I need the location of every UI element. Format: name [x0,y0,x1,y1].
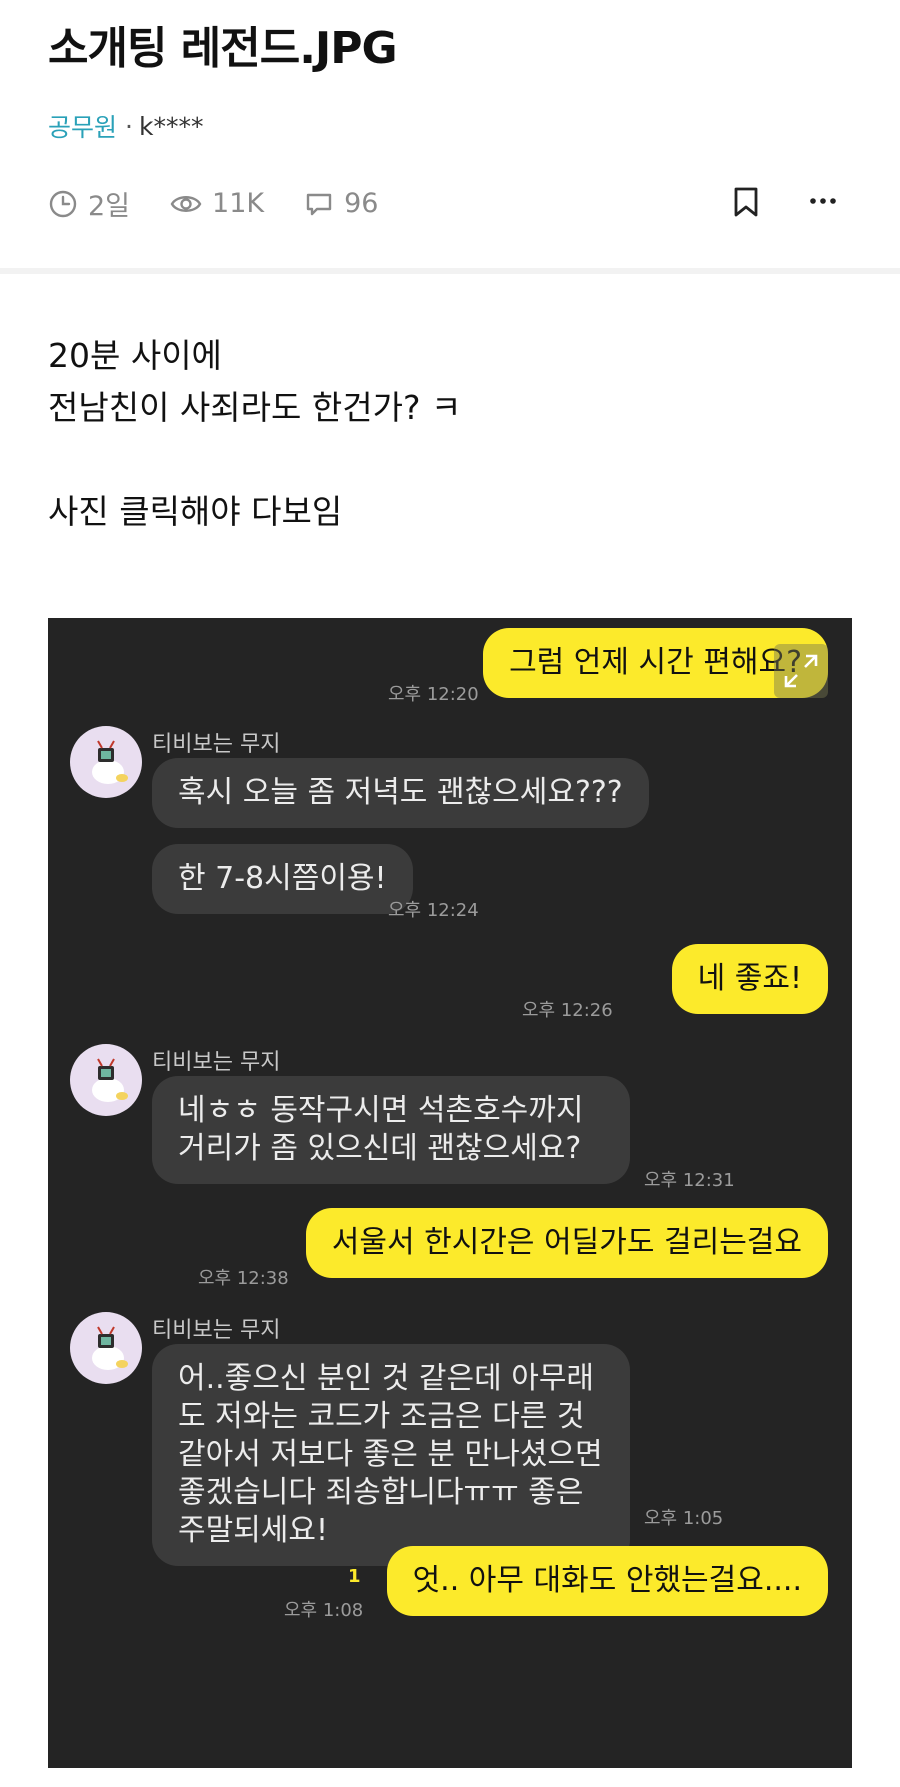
my-message-bubble: 엇.. 아무 대화도 안했는걸요.... [386,1546,828,1616]
category-link[interactable]: 공무원 [48,108,117,144]
their-message-bubble: 혹시 오늘 좀 저녁도 괜찮으세요??? [152,758,649,828]
comments-stat[interactable]: 96 [304,188,378,219]
expand-image-button[interactable] [774,644,828,698]
post-header: 소개팅 레전드.JPG 공무원 · k**** 2일 11K 96 [0,0,900,270]
message-time: 오후 12:24 [388,900,479,921]
sender-name: 티비보는 무지 [152,1050,281,1075]
expand-icon [784,654,818,688]
clock-icon [49,190,77,217]
muzi-character-icon [92,740,128,784]
eye-icon [170,195,202,212]
author-name[interactable]: k**** [139,112,203,141]
message-time: 오후 12:26 [522,1000,613,1021]
age-value: 2일 [88,191,131,222]
their-message-bubble: 어..좋으신 분인 것 같은데 아무래도 저와는 코드가 조금은 다른 것 같아… [152,1344,630,1566]
message-time: 오후 1:08 [284,1600,364,1621]
post-body: 20분 사이에 전남친이 사죄라도 한건가? ㅋ 사진 클릭해야 다보임 [48,330,461,538]
chat-screenshot[interactable]: 그럼 언제 시간 편해요? 오후 12:20 티비보는 무지 혹시 오늘 좀 저… [48,618,852,1768]
post-meta: 공무원 · k**** [48,108,203,144]
message-time: 오후 12:38 [198,1268,289,1289]
my-message-bubble: 네 좋죠! [671,944,828,1014]
message-time: 오후 12:31 [644,1170,735,1191]
age-stat: 2일 [48,184,130,223]
post-title: 소개팅 레전드.JPG [48,23,398,74]
body-line: 사진 클릭해야 다보임 [48,492,343,531]
bookmark-icon [734,187,758,217]
more-icon [810,198,836,204]
body-line: 20분 사이에 [48,336,222,375]
meta-separator: · [125,111,133,141]
muzi-character-icon [92,1326,128,1370]
body-line [48,434,461,486]
header-divider [0,268,900,274]
unread-count: 1 [348,1566,361,1587]
sender-avatar[interactable] [70,1044,142,1116]
their-message-bubble: 한 7-8시쯤이용! [152,844,413,914]
muzi-character-icon [92,1058,128,1102]
sender-avatar[interactable] [70,1312,142,1384]
sender-name: 티비보는 무지 [152,732,281,757]
views-stat: 11K [170,188,264,219]
body-line: 전남친이 사죄라도 한건가? ㅋ [48,388,462,427]
comment-icon [306,193,332,215]
comments-value: 96 [344,188,379,219]
sender-avatar[interactable] [70,726,142,798]
post-stats: 2일 11K 96 [48,184,418,223]
bookmark-button[interactable] [732,186,760,222]
their-message-bubble: 네ㅎㅎ 동작구시면 석촌호수까지 거리가 좀 있으신데 괜찮으세요? [152,1076,630,1184]
message-time: 오후 12:20 [388,684,479,705]
sender-name: 티비보는 무지 [152,1318,281,1343]
more-button[interactable] [808,186,838,220]
message-time: 오후 1:05 [644,1508,724,1529]
views-value: 11K [212,188,265,219]
my-message-bubble: 서울서 한시간은 어딜가도 걸리는걸요 [305,1208,828,1278]
